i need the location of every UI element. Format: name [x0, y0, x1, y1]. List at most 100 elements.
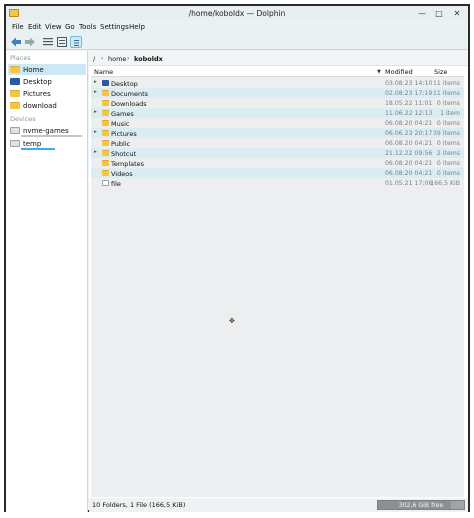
- desktop-folder-icon: [102, 80, 109, 86]
- menu-edit[interactable]: Edit: [28, 23, 42, 31]
- free-space-indicator[interactable]: 302,6 GiB free: [377, 500, 465, 510]
- place-home[interactable]: Home: [8, 64, 86, 75]
- places-section-title: Places: [10, 54, 31, 62]
- file-modified: 18.05.22 11:01: [385, 99, 433, 107]
- table-row[interactable]: Music 06.08.20 04:21 0 items: [91, 118, 464, 128]
- status-bar: 10 Folders, 1 File (166,5 KiB) 302,6 GiB…: [89, 498, 468, 512]
- file-size: 1 item: [440, 109, 460, 117]
- dolphin-window: /home/koboldx — Dolphin — □ ✕ File Edit …: [4, 4, 470, 512]
- maximize-button[interactable]: □: [433, 8, 445, 19]
- breadcrumb: / › home › koboldx: [89, 51, 468, 66]
- table-row[interactable]: ▸ Pictures 06.06.23 20:17 39 items: [91, 128, 464, 138]
- icons-view-icon[interactable]: [42, 36, 54, 48]
- file-modified: 06.08.20 04:21: [385, 159, 433, 167]
- devices-section-title: Devices: [10, 115, 36, 123]
- breadcrumb-home[interactable]: home: [108, 55, 126, 63]
- table-row[interactable]: Templates 06.08.20 04:21 0 items: [91, 158, 464, 168]
- file-modified: 06.08.20 04:21: [385, 119, 433, 127]
- folder-icon: [102, 120, 109, 126]
- device-label: nvme-games: [23, 126, 69, 135]
- table-row[interactable]: file 01.05.21 17:06 166,5 KiB: [91, 178, 464, 188]
- download-folder-icon: [10, 102, 20, 109]
- breadcrumb-current[interactable]: koboldx: [134, 55, 163, 63]
- file-modified: 11.06.22 12:13: [385, 109, 433, 117]
- table-row[interactable]: Downloads 18.05.22 11:01 0 items: [91, 98, 464, 108]
- expand-arrow-icon[interactable]: ▸: [94, 109, 97, 115]
- title-bar[interactable]: /home/koboldx — Dolphin — □ ✕: [6, 6, 468, 21]
- compact-view-icon[interactable]: [56, 36, 68, 48]
- file-name: Public: [111, 139, 131, 148]
- file-icon: [102, 180, 109, 186]
- close-button[interactable]: ✕: [451, 8, 463, 19]
- table-row[interactable]: ▸ Desktop 03.08.23 14:10 11 items: [91, 78, 464, 88]
- table-row[interactable]: Public 06.08.20 04:21 0 items: [91, 138, 464, 148]
- expand-arrow-icon[interactable]: ▸: [94, 149, 97, 155]
- place-desktop[interactable]: Desktop: [8, 76, 86, 87]
- file-size: 166,5 KiB: [430, 179, 460, 187]
- toolbar: [6, 34, 468, 50]
- place-pictures[interactable]: Pictures: [8, 88, 86, 99]
- folder-icon: [102, 150, 109, 156]
- folder-icon: [102, 140, 109, 146]
- desktop-folder-icon: [10, 78, 20, 85]
- column-header: Name ▼ Modified Size: [91, 67, 464, 77]
- column-modified[interactable]: Modified: [385, 68, 413, 76]
- home-folder-icon: [10, 66, 20, 73]
- file-name: Music: [111, 119, 130, 128]
- table-row[interactable]: ▸ Games 11.06.22 12:13 1 item: [91, 108, 464, 118]
- table-row[interactable]: Videos 06.08.20 04:21 0 items: [91, 168, 464, 178]
- file-size: 0 items: [436, 99, 460, 107]
- breadcrumb-root[interactable]: /: [93, 55, 95, 63]
- column-name[interactable]: Name: [94, 68, 113, 76]
- table-row[interactable]: ▸ Documents 02.08.23 17:19 11 items: [91, 88, 464, 98]
- place-label: Pictures: [23, 89, 51, 98]
- file-size: 0 items: [436, 169, 460, 177]
- expand-arrow-icon[interactable]: ▸: [94, 89, 97, 95]
- chevron-right-icon: ›: [101, 54, 104, 62]
- window-title: /home/koboldx — Dolphin: [188, 9, 286, 18]
- file-list[interactable]: Name ▼ Modified Size ▸ Desktop 03.08.23 14…: [91, 67, 464, 497]
- expand-arrow-icon[interactable]: ▸: [94, 129, 97, 135]
- folder-icon: [102, 110, 109, 116]
- back-icon[interactable]: [10, 36, 22, 48]
- menu-go[interactable]: Go: [65, 23, 75, 31]
- details-view-icon[interactable]: [70, 36, 82, 48]
- expand-arrow-icon[interactable]: ▸: [94, 79, 97, 85]
- file-name: Shotcut: [111, 149, 137, 158]
- status-text: 10 Folders, 1 File (166,5 KiB): [92, 501, 186, 509]
- places-panel: Places Home Desktop Pictures download De…: [6, 51, 88, 512]
- pictures-folder-icon: [10, 90, 20, 97]
- folder-icon: [102, 130, 109, 136]
- chevron-right-icon: ›: [127, 54, 130, 62]
- menu-view[interactable]: View: [45, 23, 62, 31]
- file-modified: 21.12.22 09:56: [385, 149, 433, 157]
- file-size: 0 items: [436, 119, 460, 127]
- file-size: 11 items: [432, 89, 460, 97]
- file-modified: 01.05.21 17:06: [385, 179, 433, 187]
- place-label: Desktop: [23, 77, 52, 86]
- column-size[interactable]: Size: [434, 68, 447, 76]
- free-space-label: 302,6 GiB free: [398, 502, 444, 509]
- forward-icon[interactable]: [24, 36, 36, 48]
- device-usage-bar: [21, 135, 83, 137]
- file-modified: 03.08.23 14:10: [385, 79, 433, 87]
- sort-descending-icon: ▼: [377, 69, 381, 75]
- file-modified: 06.08.20 04:21: [385, 139, 433, 147]
- folder-icon: [102, 170, 109, 176]
- menu-tools[interactable]: Tools: [79, 23, 96, 31]
- device-label: temp: [23, 139, 42, 148]
- minimize-button[interactable]: —: [416, 8, 428, 19]
- file-size: 0 items: [436, 159, 460, 167]
- file-modified: 06.08.20 04:21: [385, 169, 433, 177]
- menu-file[interactable]: File: [12, 23, 24, 31]
- place-download[interactable]: download: [8, 100, 86, 111]
- folder-icon: [102, 100, 109, 106]
- place-label: Home: [23, 65, 44, 74]
- file-name: Pictures: [111, 129, 137, 138]
- file-name: Games: [111, 109, 134, 118]
- file-size: 11 items: [432, 79, 460, 87]
- file-name: file: [111, 179, 121, 188]
- table-row[interactable]: ▸ Shotcut 21.12.22 09:56 2 items: [91, 148, 464, 158]
- menu-settings[interactable]: Settings: [100, 23, 129, 31]
- menu-help[interactable]: Help: [129, 23, 145, 31]
